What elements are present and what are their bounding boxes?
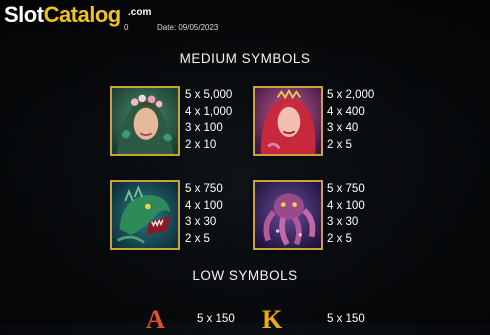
letter-a-icon: A	[146, 305, 165, 334]
sea-dragon-paytable: 5 x 750 4 x 100 3 x 30 2 x 5	[185, 181, 223, 247]
letter-k-pay: 5 x 150	[327, 313, 365, 325]
pay-line: 2 x 5	[327, 138, 352, 151]
pay-line: 5 x 750	[327, 183, 365, 195]
medium-symbols-title: MEDIUM SYMBOLS	[179, 51, 311, 66]
mermaid-icon	[253, 86, 323, 156]
pay-line: 3 x 40	[327, 122, 359, 134]
pay-line: 2 x 5	[327, 232, 352, 245]
logo-slot-text: Slot	[4, 2, 44, 27]
sea-dragon-icon	[110, 180, 180, 250]
flower-woman-paytable: 5 x 5,000 4 x 1,000 3 x 100 2 x 10	[185, 87, 232, 153]
pay-line: 3 x 30	[185, 216, 217, 228]
logo-com-text: .com	[128, 7, 152, 18]
pay-line: 5 x 2,000	[327, 89, 375, 101]
pay-line: 2 x 10	[185, 138, 217, 151]
date-label: Date: 09/05/2023	[157, 23, 219, 32]
pay-line: 4 x 100	[185, 199, 223, 212]
time-fragment: 0	[124, 23, 129, 32]
pay-line: 3 x 100	[185, 122, 223, 134]
pay-line: 4 x 400	[327, 105, 365, 118]
logo-catalog-text: Catalog	[43, 2, 122, 27]
mermaid-paytable: 5 x 2,000 4 x 400 3 x 40 2 x 5	[327, 87, 374, 153]
flower-woman-icon	[110, 86, 180, 156]
pay-line: 4 x 100	[327, 199, 365, 212]
letter-a-pay: 5 x 150	[197, 313, 235, 325]
octopus-paytable: 5 x 750 4 x 100 3 x 30 2 x 5	[327, 181, 365, 247]
pay-line: 5 x 5,000	[185, 89, 233, 101]
letter-k-icon: K	[262, 305, 283, 334]
pay-line: 5 x 750	[185, 183, 223, 195]
octopus-icon	[253, 180, 323, 250]
low-symbols-title: LOW SYMBOLS	[192, 268, 298, 283]
pay-line: 2 x 5	[185, 232, 210, 245]
slotcatalog-logo: SlotCatalog .com	[4, 2, 151, 32]
pay-line: 4 x 1,000	[185, 105, 233, 118]
pay-line: 3 x 30	[327, 216, 359, 228]
